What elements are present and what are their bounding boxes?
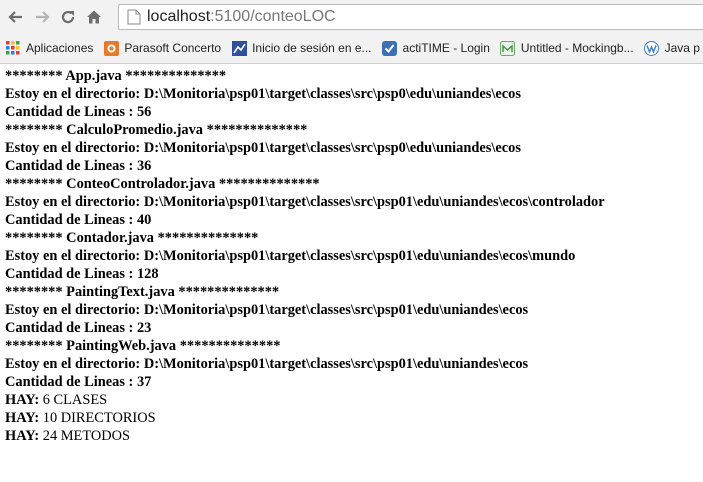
file-header: ******** PaintingWeb.java ************** [5, 338, 281, 354]
directory-path: D:\Monitoria\psp01\target\classes\src\ps… [143, 194, 605, 210]
bookmark-label: Aplicaciones [26, 41, 94, 55]
summary-methods: HAY: 24 METODOS [5, 428, 131, 444]
directory-path: D:\Monitoria\psp01\target\classes\src\ps… [143, 302, 529, 318]
bookmark-label: Untitled - Mockingb... [520, 41, 634, 55]
line-count: Cantidad de Lineas : 36 [5, 158, 152, 174]
line-count-value: 40 [136, 212, 152, 228]
directory-line: Estoy en el directorio: D:\Monitoria\psp… [5, 194, 605, 210]
line-count-value: 128 [136, 266, 159, 282]
back-arrow-icon [8, 11, 22, 23]
browser-chrome: localhost:5100/conteoLOC Aplicaciones Pa… [0, 0, 703, 64]
line-count-value: 36 [136, 158, 152, 174]
summary-directories: HAY: 10 DIRECTORIOS [5, 410, 156, 426]
home-button[interactable] [81, 4, 107, 30]
directory-line: Estoy en el directorio: D:\Monitoria\psp… [5, 140, 521, 156]
directory-path: D:\Monitoria\psp01\target\classes\src\ps… [143, 86, 521, 102]
reload-button[interactable] [55, 4, 81, 30]
summary-classes: HAY: 6 CLASES [5, 392, 108, 408]
file-name: App.java [65, 68, 122, 84]
page-icon [127, 9, 141, 25]
url-text[interactable]: localhost:5100/conteoLOC [147, 8, 336, 26]
wordpress-icon [644, 40, 660, 56]
chart-icon [231, 40, 247, 56]
bookmark-actitime[interactable]: actiTIME - Login [382, 40, 490, 56]
bookmark-java[interactable]: Java p [644, 40, 700, 56]
bookmark-label: Inicio de sesión en e... [252, 41, 372, 55]
url-host: localhost [147, 8, 211, 25]
line-count: Cantidad de Lineas : 56 [5, 104, 152, 120]
bookmark-parasoft-concerto[interactable]: Parasoft Concerto [103, 40, 221, 56]
file-header: ******** Contador.java ************** [5, 230, 259, 246]
directory-line: Estoy en el directorio: D:\Monitoria\psp… [5, 248, 576, 264]
file-header: ******** CalculoPromedio.java **********… [5, 122, 308, 138]
directory-line: Estoy en el directorio: D:\Monitoria\psp… [5, 356, 529, 372]
bookmarks-bar: Aplicaciones Parasoft Concerto Inicio de… [0, 34, 703, 62]
bookmark-label: actiTIME - Login [402, 41, 490, 55]
directory-path: D:\Monitoria\psp01\target\classes\src\ps… [143, 140, 521, 156]
file-name: Contador.java [66, 230, 154, 246]
line-count-value: 23 [136, 320, 152, 336]
bookmark-mockingbird[interactable]: Untitled - Mockingb... [500, 40, 634, 56]
file-name: CalculoPromedio.java [66, 122, 204, 138]
line-count: Cantidad de Lineas : 40 [5, 212, 152, 228]
home-icon [87, 10, 101, 24]
line-count: Cantidad de Lineas : 23 [5, 320, 152, 336]
url-path: :5100/conteoLOC [210, 8, 336, 25]
bookmark-inicio-sesion[interactable]: Inicio de sesión en e... [231, 40, 372, 56]
bookmark-label: Parasoft Concerto [124, 41, 222, 55]
address-bar[interactable]: localhost:5100/conteoLOC [118, 4, 703, 30]
bookmark-label: Java p [664, 41, 700, 55]
directory-line: Estoy en el directorio: D:\Monitoria\psp… [5, 86, 521, 102]
actitime-icon [382, 40, 398, 56]
forward-arrow-icon [36, 11, 50, 23]
file-header: ******** App.java ************** [5, 68, 227, 84]
file-header: ******** PaintingText.java *************… [5, 284, 280, 300]
line-count: Cantidad de Lineas : 37 [5, 374, 152, 390]
directory-line: Estoy en el directorio: D:\Monitoria\psp… [5, 302, 529, 318]
line-count: Cantidad de Lineas : 128 [5, 266, 159, 282]
line-count-value: 56 [136, 104, 152, 120]
line-count-value: 37 [136, 374, 152, 390]
parasoft-icon [103, 40, 119, 56]
apps-grid-icon [5, 40, 21, 56]
directory-path: D:\Monitoria\psp01\target\classes\src\ps… [143, 356, 529, 372]
mockingbird-icon [500, 40, 516, 56]
file-name: PaintingText.java [66, 284, 175, 300]
file-name: ConteoControlador.java [66, 176, 216, 192]
forward-button[interactable] [29, 4, 55, 30]
file-header: ******** ConteoControlador.java ********… [5, 176, 320, 192]
back-button[interactable] [3, 4, 29, 30]
bookmark-aplicaciones[interactable]: Aplicaciones [5, 40, 93, 56]
report-output: ******** App.java ************** Estoy e… [5, 67, 703, 445]
reload-icon [61, 10, 75, 24]
directory-path: D:\Monitoria\psp01\target\classes\src\ps… [143, 248, 576, 264]
file-name: PaintingWeb.java [66, 338, 177, 354]
